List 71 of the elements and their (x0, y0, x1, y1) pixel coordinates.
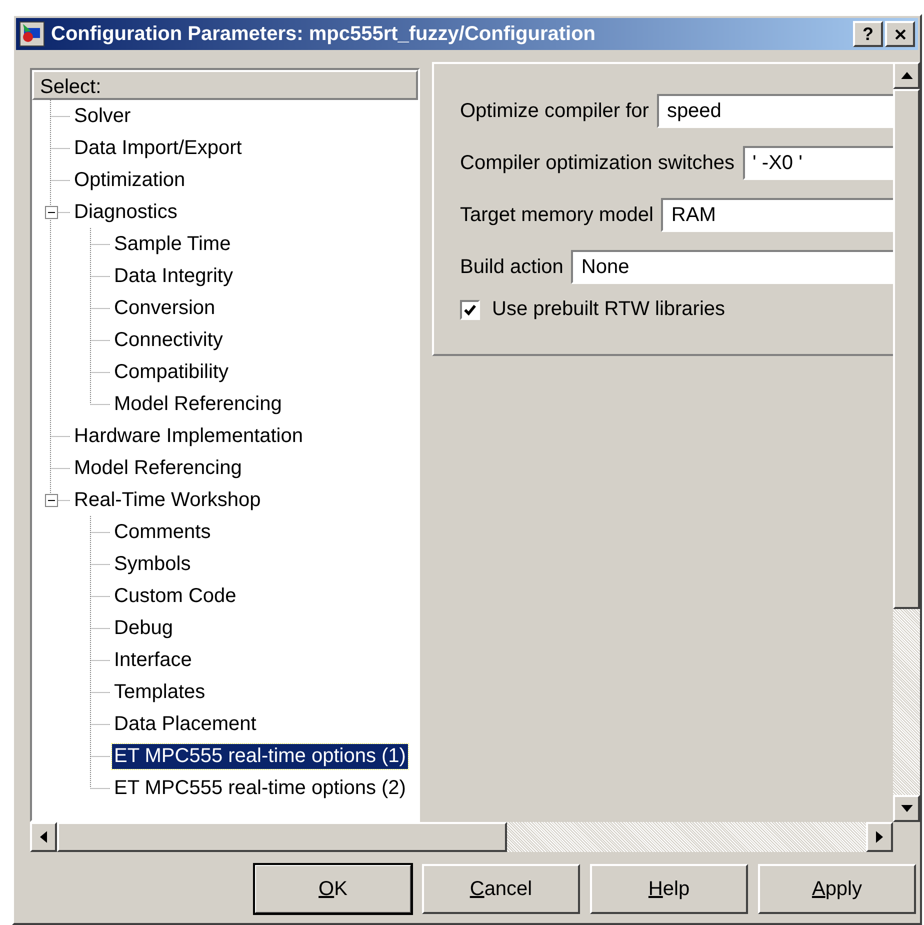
right-arrow-icon (876, 831, 883, 843)
tree-item[interactable]: Connectivity (112, 328, 225, 352)
tree-line (90, 516, 110, 548)
app-icon (19, 21, 45, 47)
scroll-thumb[interactable] (57, 822, 507, 852)
help-button[interactable]: ? (853, 21, 883, 47)
input-field[interactable]: ' -X0 ' (742, 146, 893, 180)
tree-line (90, 580, 110, 612)
tree-item[interactable]: Compatibility (112, 360, 230, 384)
tree-line (50, 324, 110, 356)
vertical-scrollbar[interactable] (893, 62, 920, 822)
tree-item[interactable]: Custom Code (112, 584, 238, 608)
tree-line (50, 356, 110, 388)
tree-item[interactable]: Model Referencing (72, 456, 244, 480)
tree-item[interactable]: Data Placement (112, 712, 258, 736)
tree-line (90, 612, 110, 644)
tree-line (50, 132, 70, 164)
tree-line (50, 164, 70, 196)
left-arrow-icon (40, 831, 47, 843)
tree-item[interactable]: Model Referencing (112, 392, 284, 416)
collapse-icon[interactable] (45, 494, 58, 507)
scroll-left-button[interactable] (30, 822, 57, 852)
input-field[interactable]: RAM (661, 198, 893, 232)
checkbox[interactable] (460, 300, 480, 320)
scroll-right-button[interactable] (866, 822, 893, 852)
window-title: Configuration Parameters: mpc555rt_fuzzy/Configuration (51, 22, 597, 46)
dialog-button[interactable]: Apply (758, 864, 916, 914)
tree-item[interactable]: Optimization (72, 168, 188, 192)
field-label: Compiler optimization switches (460, 152, 735, 174)
tree-line (50, 292, 110, 324)
tree-item[interactable]: Interface (112, 648, 194, 672)
tree-item[interactable]: Debug (112, 616, 175, 640)
field-label: Build action (460, 256, 564, 278)
tree-item[interactable]: Hardware Implementation (72, 424, 305, 448)
dialog-button[interactable]: Help (590, 864, 748, 914)
tree-item[interactable]: Diagnostics (72, 200, 180, 224)
tree-item[interactable]: ET MPC555 real-time options (2) (112, 776, 408, 800)
dialog-button[interactable]: Cancel (422, 864, 580, 914)
tree-item[interactable]: Symbols (112, 552, 193, 576)
checkbox-label: Use prebuilt RTW libraries (492, 298, 726, 321)
tree-item[interactable]: Data Import/Export (72, 136, 244, 160)
close-button[interactable] (885, 21, 915, 47)
scroll-thumb[interactable] (893, 89, 920, 609)
tree-item[interactable]: ET MPC555 real-time options (1) (112, 744, 408, 768)
tree-item[interactable]: Sample Time (112, 232, 233, 256)
tree-line (90, 548, 110, 580)
tree-item[interactable]: Solver (72, 104, 133, 128)
close-icon (894, 28, 906, 40)
down-arrow-icon (900, 805, 912, 812)
tree-line (90, 708, 110, 740)
tree-item[interactable]: Comments (112, 520, 213, 544)
input-field[interactable]: None (571, 250, 893, 284)
tree-item[interactable]: Conversion (112, 296, 218, 320)
field-label: Target memory model (460, 204, 654, 226)
input-field[interactable]: speed (656, 94, 893, 128)
tree-header: Select: (32, 70, 418, 100)
up-arrow-icon (900, 72, 912, 79)
tree-item[interactable]: Real-Time Workshop (72, 488, 263, 512)
tree-line (50, 100, 70, 132)
tree-item[interactable]: Templates (112, 680, 208, 704)
tree-line (50, 260, 110, 292)
tree-line (90, 644, 110, 676)
scroll-down-button[interactable] (893, 795, 920, 822)
tree-item[interactable]: Data Integrity (112, 264, 235, 288)
collapse-icon[interactable] (45, 206, 58, 219)
field-label: Optimize compiler for (460, 100, 649, 122)
scroll-up-button[interactable] (893, 62, 920, 89)
dialog-button[interactable]: OK (254, 864, 412, 914)
checkmark-icon (463, 302, 477, 316)
horizontal-scrollbar[interactable] (30, 822, 893, 852)
tree-line (90, 676, 110, 708)
